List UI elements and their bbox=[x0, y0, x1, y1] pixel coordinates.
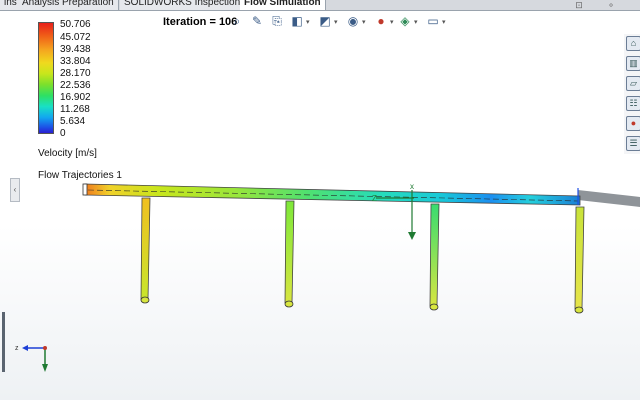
view-triad-icon: z bbox=[15, 345, 48, 372]
branch-pipe bbox=[574, 206, 585, 310]
branch-pipe bbox=[429, 203, 440, 307]
branch-pipe bbox=[140, 197, 151, 301]
branch-end bbox=[574, 306, 584, 314]
outlet-pipe bbox=[578, 190, 640, 207]
branch-pipe bbox=[284, 200, 295, 304]
svg-text:x: x bbox=[410, 182, 414, 191]
branch-end bbox=[284, 300, 294, 308]
svg-text:z: z bbox=[15, 345, 19, 352]
svg-text:Z: Z bbox=[372, 194, 377, 203]
branch-end bbox=[140, 296, 150, 304]
reference-axis-icon: Z x bbox=[372, 182, 416, 240]
branch-end bbox=[429, 303, 439, 311]
inlet-cap bbox=[82, 183, 88, 196]
header-pipe bbox=[84, 183, 581, 206]
flow-scene: Z x z bbox=[15, 182, 640, 372]
